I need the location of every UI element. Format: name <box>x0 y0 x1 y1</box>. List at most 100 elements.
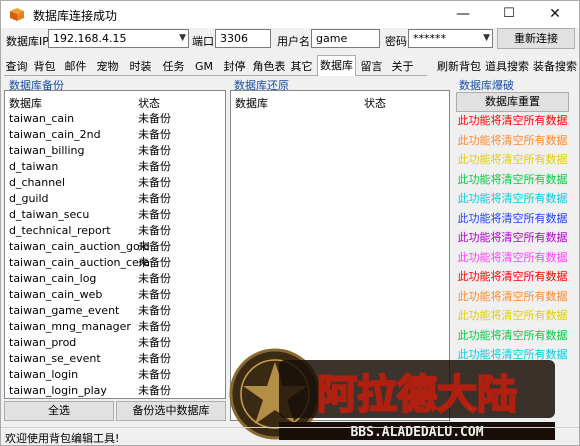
status-text: 欢迎使用背包编辑工具! <box>5 432 120 445</box>
table-row[interactable]: d_guild 未备份 <box>5 191 225 207</box>
warning-text: 此功能将清空所有数据 <box>457 309 568 322</box>
backup-col-db: 数据库 <box>9 97 42 110</box>
db-status: 未备份 <box>138 160 171 173</box>
tab-message[interactable]: 留言 <box>359 58 384 76</box>
db-status: 未备份 <box>138 256 171 269</box>
table-row[interactable]: taiwan_cain_web 未备份 <box>5 287 225 303</box>
table-row[interactable]: taiwan_cain_auction_gold 未备份 <box>5 239 225 255</box>
table-row[interactable]: taiwan_cain_auction_cera 未备份 <box>5 255 225 271</box>
password-field[interactable]: ****** ▼ <box>408 29 493 48</box>
db-name: d_taiwan_secu <box>9 208 90 221</box>
table-row[interactable]: taiwan_billing 未备份 <box>5 143 225 159</box>
ip-label: 数据库IP <box>6 35 49 48</box>
tab-gm[interactable]: GM <box>193 58 215 76</box>
refresh-bag-button[interactable]: 刷新背包 <box>437 58 481 74</box>
tab-mail[interactable]: 邮件 <box>63 58 88 76</box>
table-row[interactable]: taiwan_mng_manager 未备份 <box>5 319 225 335</box>
restore-col-status: 状态 <box>364 97 386 110</box>
status-bar: 欢迎使用背包编辑工具! <box>1 427 579 445</box>
db-name: taiwan_cain_web <box>9 288 103 301</box>
logo-title: 阿拉德大陆 <box>317 371 517 418</box>
table-row[interactable]: d_channel 未备份 <box>5 175 225 191</box>
db-status: 未备份 <box>138 224 171 237</box>
db-status: 未备份 <box>138 272 171 285</box>
database-reset-button[interactable]: 数据库重置 <box>456 92 569 112</box>
db-name: d_channel <box>9 176 66 189</box>
table-row[interactable]: taiwan_cain_log 未备份 <box>5 271 225 287</box>
restore-col-db: 数据库 <box>235 97 268 110</box>
table-row[interactable]: d_taiwan_secu 未备份 <box>5 207 225 223</box>
warning-text: 此功能将清空所有数据 <box>457 328 568 342</box>
user-field[interactable]: game <box>311 29 380 48</box>
db-status: 未备份 <box>138 112 171 125</box>
backup-selected-button[interactable]: 备份选中数据库 <box>116 401 226 421</box>
table-row[interactable]: taiwan_login 未备份 <box>5 367 225 383</box>
db-status: 未备份 <box>138 208 171 221</box>
table-row[interactable]: taiwan_game_event 未备份 <box>5 303 225 319</box>
tab-bag[interactable]: 背包 <box>32 58 57 76</box>
tab-query[interactable]: 查询 <box>4 58 29 76</box>
select-all-button[interactable]: 全选 <box>4 401 114 421</box>
db-name: taiwan_cain <box>9 112 75 125</box>
db-name: d_technical_report <box>9 224 111 237</box>
main-window: 数据库连接成功 — ☐ ✕ 数据库IP 192.168.4.15 ▼ 端口 33… <box>0 0 580 446</box>
db-status: 未备份 <box>138 288 171 301</box>
db-status: 未备份 <box>138 368 171 381</box>
db-name: taiwan_cain_auction_cera <box>9 256 151 269</box>
db-name: taiwan_prod <box>9 336 77 349</box>
user-label: 用户名 <box>277 35 310 48</box>
tab-ban[interactable]: 封停 <box>222 58 247 76</box>
table-row[interactable]: taiwan_cain_2nd 未备份 <box>5 127 225 143</box>
db-status: 未备份 <box>138 240 171 253</box>
backup-list[interactable]: 数据库 状态 taiwan_cain 未备份 taiwan_cain_2nd 未备份 t… <box>4 90 226 399</box>
warning-text: 此功能将清空所有数据 <box>457 270 568 283</box>
db-status: 未备份 <box>138 176 171 189</box>
db-name: taiwan_billing <box>9 144 85 157</box>
port-label: 端口 <box>192 35 214 48</box>
password-label: 密码 <box>385 35 407 48</box>
backup-col-status: 状态 <box>138 97 160 110</box>
warning-text: 此功能将清空所有数据 <box>457 114 568 127</box>
equip-search-button[interactable]: 装备搜索 <box>533 58 577 74</box>
db-status: 未备份 <box>138 304 171 317</box>
db-name: taiwan_game_event <box>9 304 120 317</box>
close-button[interactable]: ✕ <box>532 1 578 28</box>
warning-text: 此功能将清空所有数据 <box>457 153 568 166</box>
item-search-button[interactable]: 道具搜索 <box>485 58 529 74</box>
ip-value: 192.168.4.15 <box>53 32 127 45</box>
port-field[interactable]: 3306 <box>215 29 271 48</box>
ip-dropdown[interactable]: 192.168.4.15 ▼ <box>48 29 189 48</box>
db-name: d_taiwan <box>9 160 59 173</box>
tab-character-table[interactable]: 角色表 <box>252 58 286 76</box>
db-name: taiwan_cain_log <box>9 272 97 285</box>
db-status: 未备份 <box>138 192 171 205</box>
tab-about[interactable]: 关于 <box>390 58 415 76</box>
table-row[interactable]: taiwan_prod 未备份 <box>5 335 225 351</box>
app-icon <box>10 8 24 21</box>
minimize-button[interactable]: — <box>440 1 486 28</box>
db-name: taiwan_login <box>9 368 79 381</box>
table-row[interactable]: d_technical_report 未备份 <box>5 223 225 239</box>
warning-text: 此功能将清空所有数据 <box>457 172 568 186</box>
warning-text: 此功能将清空所有数据 <box>457 250 568 264</box>
table-row[interactable]: taiwan_login_play 未备份 <box>5 383 225 398</box>
tab-other[interactable]: 其它 <box>289 58 314 76</box>
db-name: taiwan_se_event <box>9 352 101 365</box>
warning-text: 此功能将清空所有数据 <box>457 289 568 303</box>
chevron-down-icon: ▼ <box>483 33 490 43</box>
warning-text: 此功能将清空所有数据 <box>457 231 568 244</box>
db-status: 未备份 <box>138 320 171 333</box>
db-status: 未备份 <box>138 144 171 157</box>
tab-fashion[interactable]: 时装 <box>128 58 153 76</box>
tab-quest[interactable]: 任务 <box>161 58 186 76</box>
warning-text: 此功能将清空所有数据 <box>457 211 568 225</box>
table-row[interactable]: d_taiwan 未备份 <box>5 159 225 175</box>
table-row[interactable]: taiwan_cain 未备份 <box>5 111 225 127</box>
tab-database[interactable]: 数据库 <box>317 55 356 76</box>
title-bar: 数据库连接成功 — ☐ ✕ <box>1 1 579 28</box>
tab-pet[interactable]: 宠物 <box>95 58 120 76</box>
table-row[interactable]: taiwan_se_event 未备份 <box>5 351 225 367</box>
maximize-button[interactable]: ☐ <box>486 1 532 28</box>
chevron-down-icon: ▼ <box>179 33 186 43</box>
reconnect-button[interactable]: 重新连接 <box>497 28 575 49</box>
